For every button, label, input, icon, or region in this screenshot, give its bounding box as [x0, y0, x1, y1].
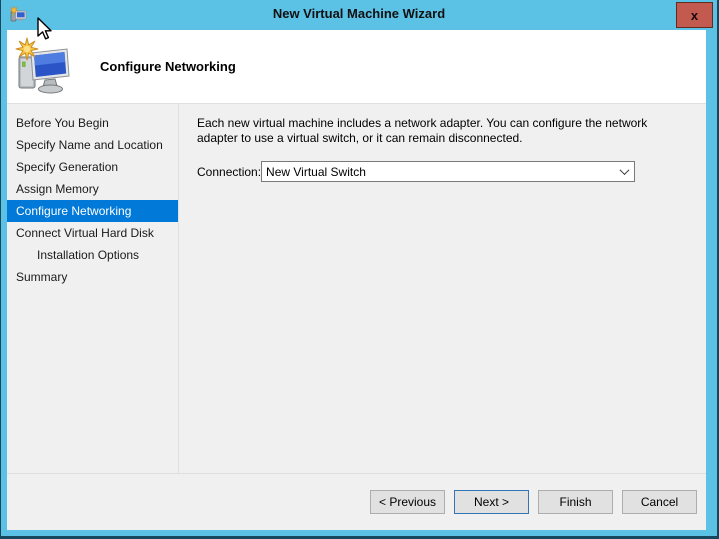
sidebar-item-installation-options[interactable]: Installation Options: [7, 244, 178, 266]
previous-button[interactable]: < Previous: [370, 490, 445, 514]
finish-button[interactable]: Finish: [538, 490, 613, 514]
page-title: Configure Networking: [100, 59, 236, 74]
page-content: Each new virtual machine includes a netw…: [179, 104, 706, 473]
wizard-icon: [15, 37, 70, 94]
titlebar: New Virtual Machine Wizard x: [1, 0, 717, 30]
sidebar-item-assign-memory[interactable]: Assign Memory: [7, 178, 178, 200]
step-sidebar: Before You Begin Specify Name and Locati…: [7, 104, 179, 473]
cancel-button[interactable]: Cancel: [622, 490, 697, 514]
wizard-body: Before You Begin Specify Name and Locati…: [7, 104, 706, 473]
close-icon: x: [690, 7, 699, 23]
chevron-down-icon[interactable]: [615, 162, 634, 181]
connection-selected-value: New Virtual Switch: [266, 164, 366, 179]
wizard-content: Configure Networking Before You Begin Sp…: [7, 30, 706, 530]
sidebar-item-before-you-begin[interactable]: Before You Begin: [7, 112, 178, 134]
close-button[interactable]: x: [676, 2, 713, 28]
wizard-header: Configure Networking: [7, 30, 706, 104]
sidebar-item-connect-virtual-hard-disk[interactable]: Connect Virtual Hard Disk: [7, 222, 178, 244]
sidebar-item-specify-name-and-location[interactable]: Specify Name and Location: [7, 134, 178, 156]
window-frame: New Virtual Machine Wizard x Configure N…: [0, 0, 719, 539]
sidebar-item-configure-networking[interactable]: Configure Networking: [7, 200, 178, 222]
connection-label: Connection:: [197, 164, 262, 179]
sidebar-item-specify-generation[interactable]: Specify Generation: [7, 156, 178, 178]
page-description: Each new virtual machine includes a netw…: [197, 116, 648, 145]
wizard-window: New Virtual Machine Wizard x Configure N…: [1, 0, 717, 536]
connection-select[interactable]: New Virtual Switch: [261, 161, 636, 182]
next-button[interactable]: Next >: [454, 490, 529, 514]
wizard-footer: < Previous Next > Finish Cancel: [7, 473, 706, 530]
sidebar-item-summary[interactable]: Summary: [7, 266, 178, 288]
window-title: New Virtual Machine Wizard: [272, 6, 446, 21]
connection-row: Connection: New Virtual Switch: [197, 161, 691, 182]
